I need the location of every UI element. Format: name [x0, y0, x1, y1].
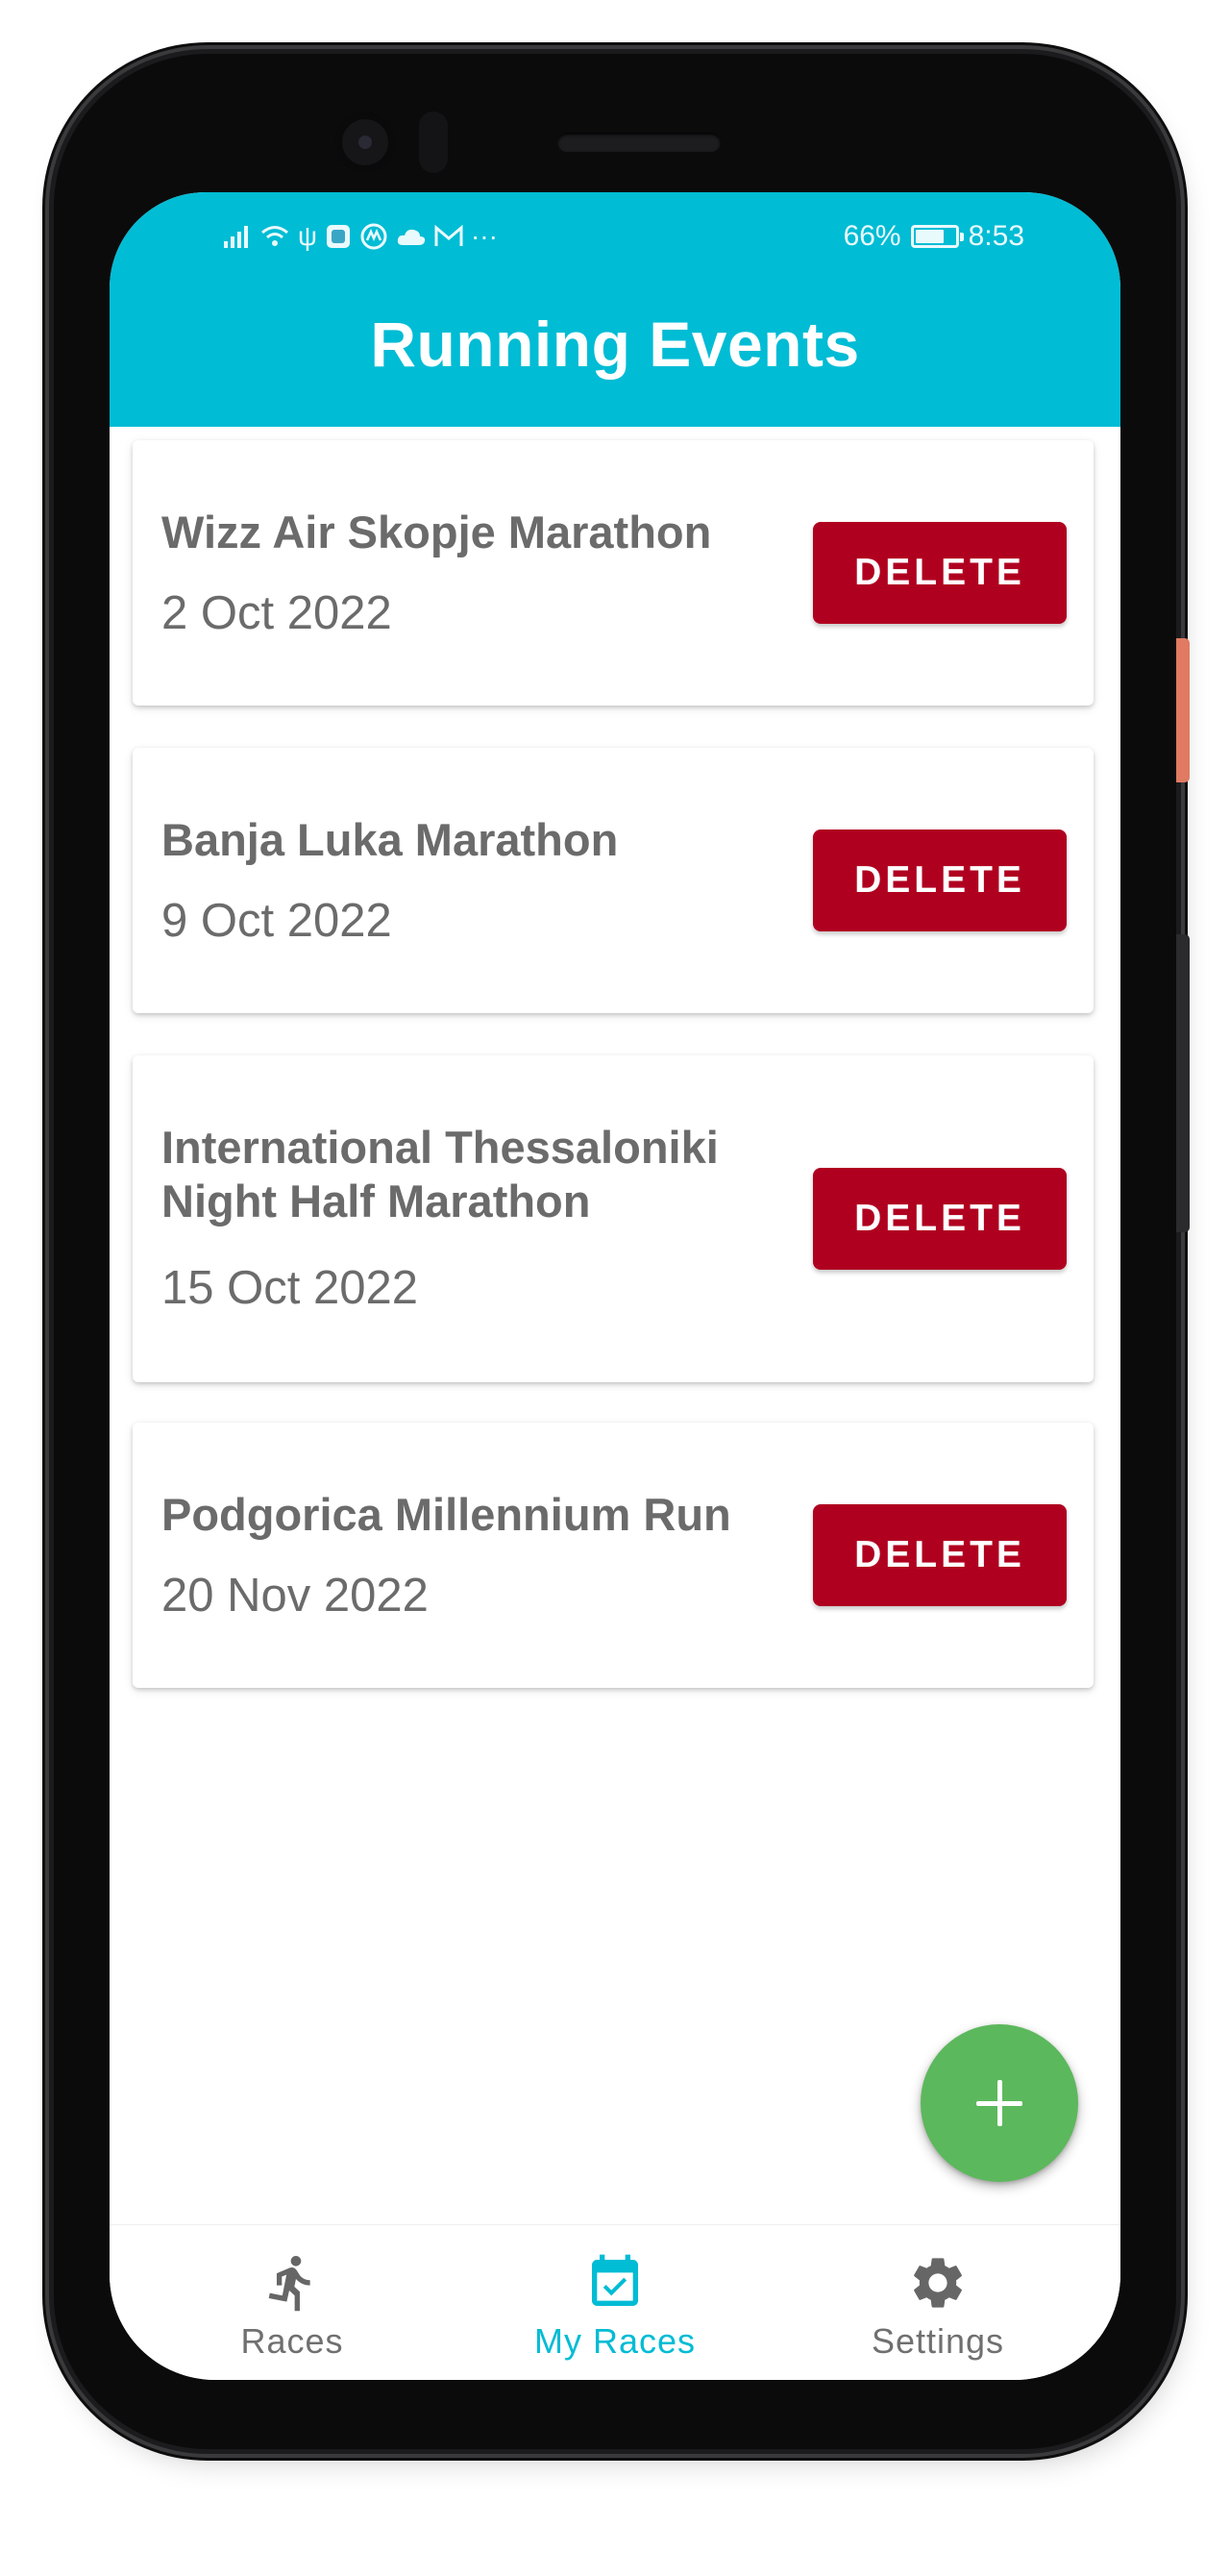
status-right: 66% 8:53: [844, 215, 1024, 258]
power-button: [1176, 934, 1190, 1232]
race-card: Podgorica Millennium Run 20 Nov 2022 DEL…: [133, 1423, 1094, 1688]
front-camera: [334, 111, 396, 173]
race-card: Wizz Air Skopje Marathon 2 Oct 2022 DELE…: [133, 440, 1094, 706]
shield-app-icon: [325, 223, 352, 250]
runner-icon: [268, 2255, 310, 2312]
race-name: Podgorica Millennium Run: [161, 1489, 731, 1540]
race-date: 2 Oct 2022: [161, 587, 392, 639]
delete-button[interactable]: DELETE: [813, 522, 1067, 624]
gear-icon: [914, 2258, 962, 2308]
app-header: ψ ··· 66% 8:53 Running Events: [110, 192, 1120, 427]
delete-button[interactable]: DELETE: [813, 1168, 1067, 1270]
nav-item-my-races[interactable]: My Races: [509, 2225, 721, 2380]
earpiece-speaker: [557, 133, 721, 152]
nav-label: Settings: [871, 2321, 1005, 2361]
gmail-icon: [434, 225, 463, 248]
nav-item-settings[interactable]: Settings: [832, 2225, 1044, 2380]
cloud-icon: [396, 226, 427, 247]
proximity-sensor: [419, 111, 448, 173]
page-title: Running Events: [370, 309, 860, 380]
delete-button[interactable]: DELETE: [813, 1504, 1067, 1606]
battery-icon: [910, 225, 964, 248]
battery-percent: 66%: [843, 220, 901, 252]
calendar-check-icon: [592, 2254, 638, 2306]
race-card: Banja Luka Marathon 9 Oct 2022 DELETE: [133, 748, 1094, 1013]
plus-icon: [976, 2080, 1022, 2126]
race-date: 9 Oct 2022: [161, 895, 392, 947]
race-name: Banja Luka Marathon: [161, 814, 619, 865]
usb-icon: ψ: [298, 221, 317, 251]
nav-label: My Races: [533, 2321, 697, 2361]
signal-icon: [223, 224, 252, 249]
volume-button: [1176, 638, 1190, 782]
more-dots-icon: ···: [470, 221, 498, 251]
race-name: Wizz Air Skopje Marathon: [161, 507, 712, 557]
clock: 8:53: [968, 220, 1024, 252]
delete-button[interactable]: DELETE: [813, 830, 1067, 931]
nav-item-races[interactable]: Races: [186, 2225, 398, 2380]
nav-label: Races: [240, 2321, 344, 2361]
add-race-button[interactable]: [921, 2024, 1078, 2182]
bottom-nav: Races My Races Settings: [110, 2224, 1120, 2380]
wifi-icon: [259, 223, 290, 250]
race-name: International Thessaloniki Night Half Ma…: [161, 1122, 719, 1226]
race-card: International Thessaloniki Night Half Ma…: [133, 1055, 1094, 1382]
race-date: 20 Nov 2022: [161, 1570, 429, 1622]
circle-m-icon: [359, 222, 388, 251]
status-icons: ψ ···: [223, 215, 498, 258]
app-screen: ψ ··· 66% 8:53 Running Events Wizz Air S…: [110, 192, 1120, 2380]
race-date: 15 Oct 2022: [161, 1262, 418, 1314]
